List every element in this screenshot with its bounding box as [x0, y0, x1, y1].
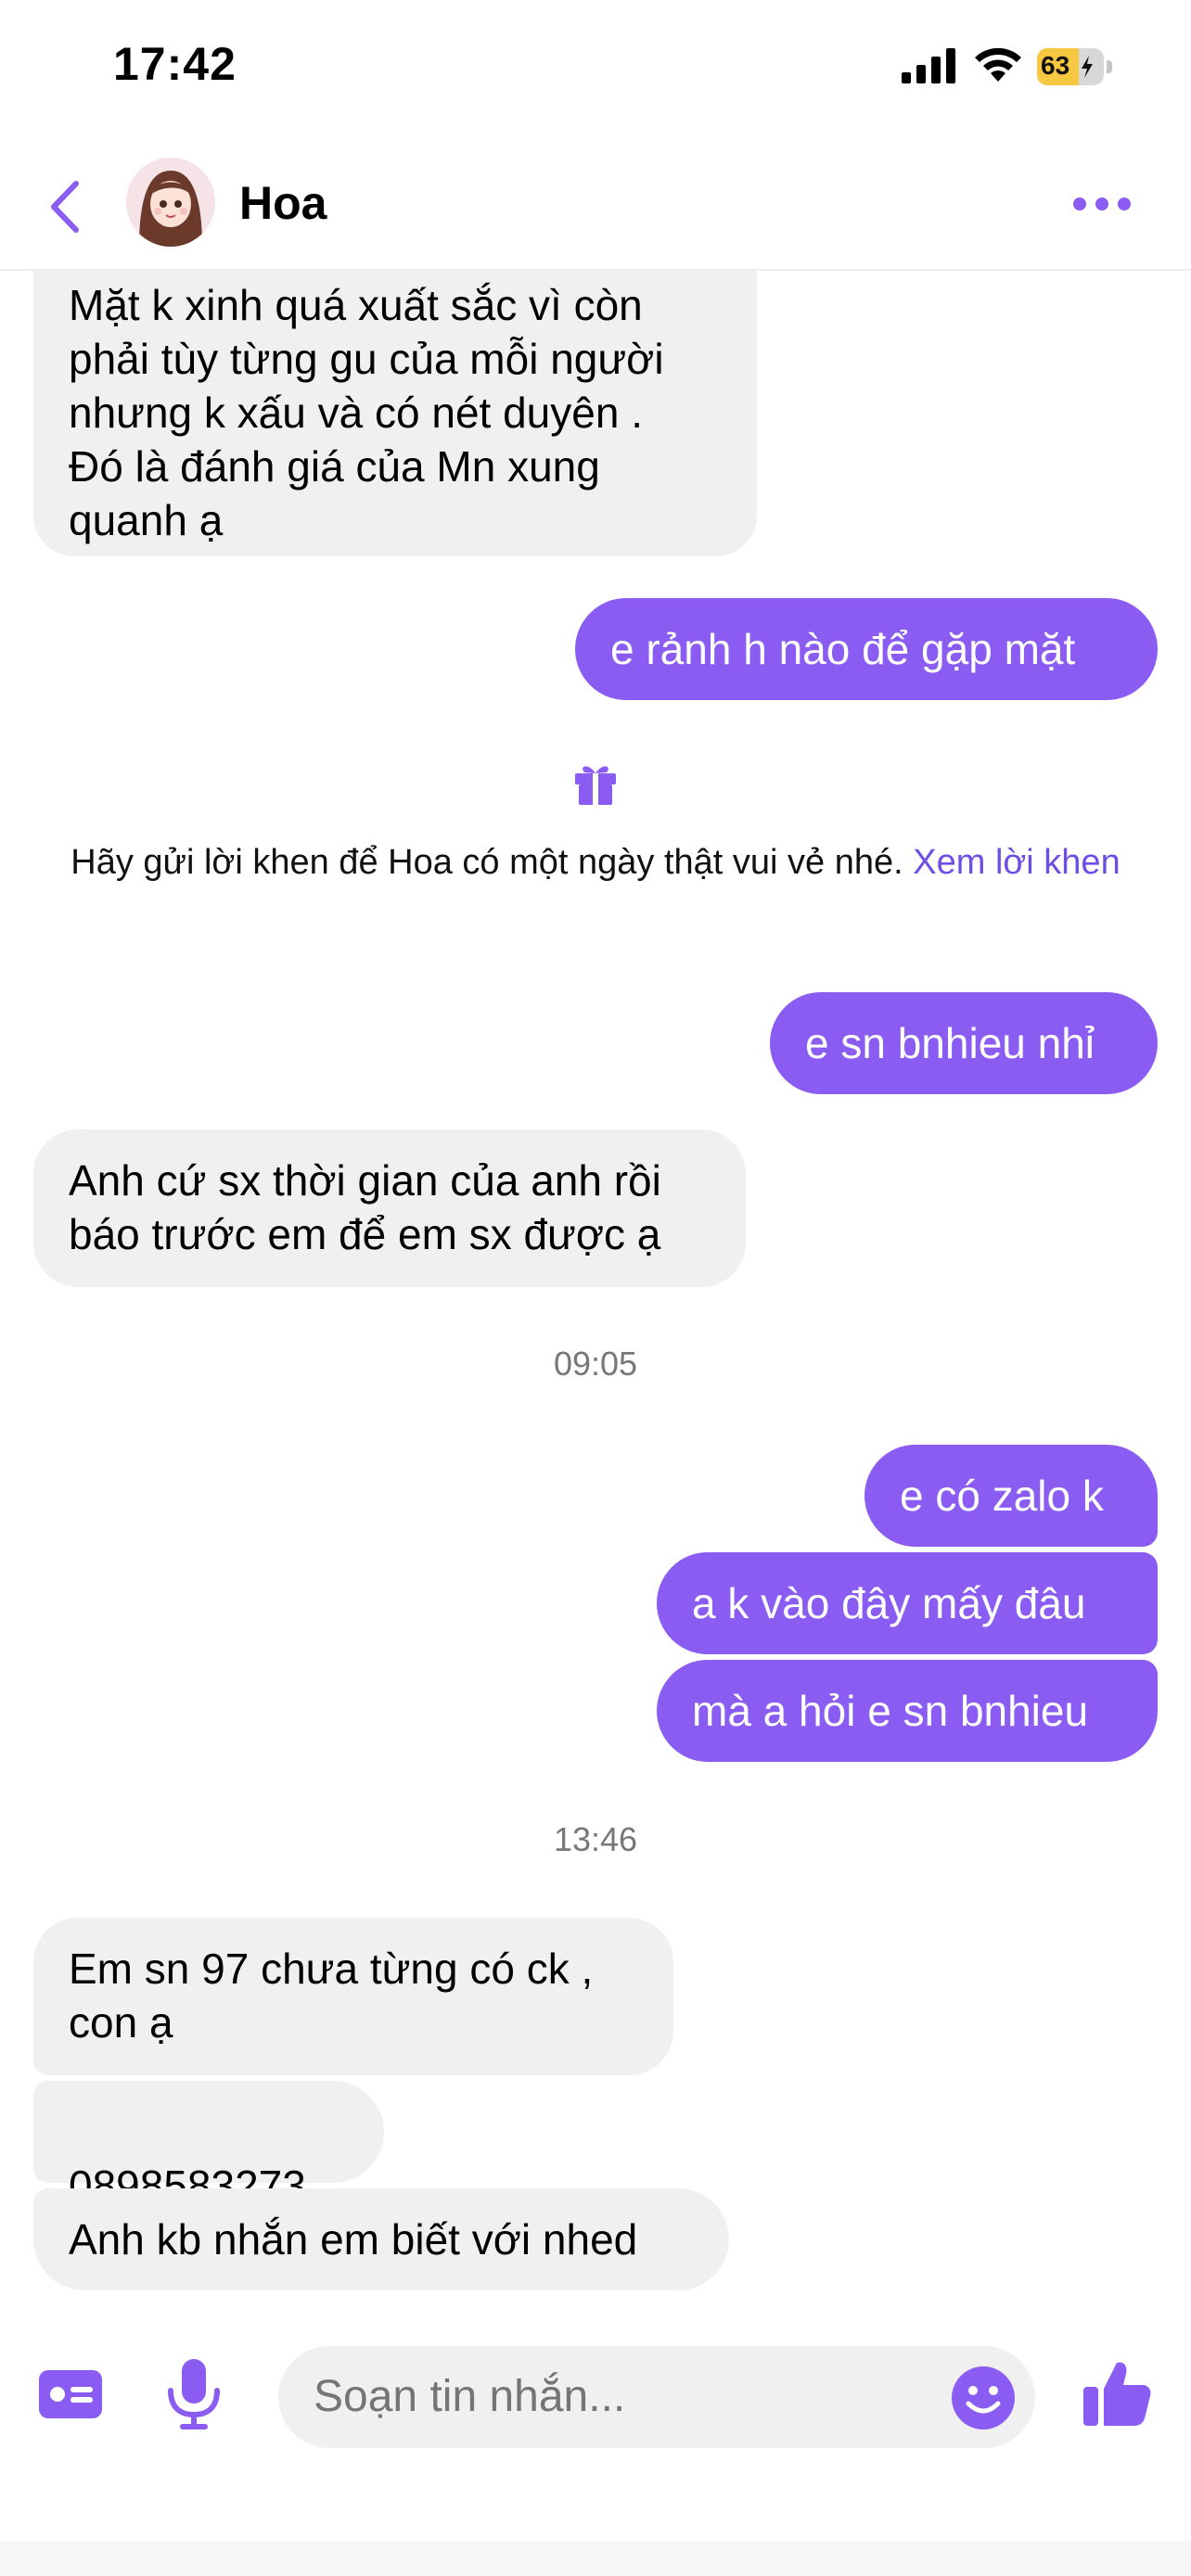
message-input[interactable] — [312, 2370, 909, 2423]
status-time: 17:42 — [113, 38, 237, 90]
back-chevron-icon[interactable] — [43, 174, 89, 239]
more-dots-icon[interactable] — [1069, 185, 1135, 223]
received-message[interactable]: Mặt k xinh quá xuất sắc vì còn phải tùy … — [33, 269, 757, 556]
home-indicator-area — [0, 2541, 1191, 2576]
received-message-phone[interactable]: 0898583273 — [33, 2081, 384, 2210]
message-input-container[interactable] — [278, 2346, 1035, 2448]
compliment-notice: Hãy gửi lời khen để Hoa có một ngày thật… — [37, 840, 1154, 885]
charging-bolt-icon — [1082, 56, 1093, 78]
received-message[interactable]: Anh kb nhắn em biết với nhed — [33, 2188, 729, 2290]
contact-name[interactable]: Hoa — [239, 176, 327, 230]
message-composer — [0, 2318, 1191, 2504]
timestamp: 09:05 — [553, 1345, 638, 1383]
sent-message[interactable]: e sn bnhieu nhỉ — [770, 992, 1158, 1094]
conversation-header: Hoa — [0, 139, 1191, 271]
battery-percent: 63 — [1041, 51, 1070, 80]
sent-message[interactable]: e có zalo k — [864, 1445, 1158, 1547]
cellular-signal-icon — [902, 48, 955, 83]
thumbs-up-icon[interactable] — [1082, 2357, 1152, 2428]
timestamp: 13:46 — [553, 1820, 638, 1858]
received-message[interactable]: Em sn 97 chưa từng có ck , con ạ — [33, 1918, 673, 2075]
avatar[interactable] — [126, 158, 215, 247]
battery-indicator: 63 — [1037, 48, 1113, 85]
sent-message[interactable]: e rảnh h nào để gặp mặt — [575, 598, 1158, 700]
wifi-icon — [975, 47, 1021, 82]
microphone-icon[interactable] — [165, 2357, 223, 2431]
sent-message[interactable]: mà a hỏi e sn bnhieu — [657, 1660, 1158, 1762]
gift-icon — [575, 766, 616, 805]
contact-card-icon[interactable] — [37, 2366, 104, 2422]
emoji-icon[interactable] — [950, 2365, 1017, 2431]
status-bar: 17:42 63 — [0, 0, 1191, 130]
view-compliments-link[interactable]: Xem lời khen — [913, 843, 1120, 882]
sent-message[interactable]: a k vào đây mấy đâu — [657, 1552, 1158, 1654]
message-list[interactable]: Mặt k xinh quá xuất sắc vì còn phải tùy … — [0, 269, 1191, 2318]
received-message[interactable]: Anh cứ sx thời gian của anh rồi báo trướ… — [33, 1129, 746, 1287]
notice-text: Hãy gửi lời khen để Hoa có một ngày thật… — [70, 843, 903, 882]
